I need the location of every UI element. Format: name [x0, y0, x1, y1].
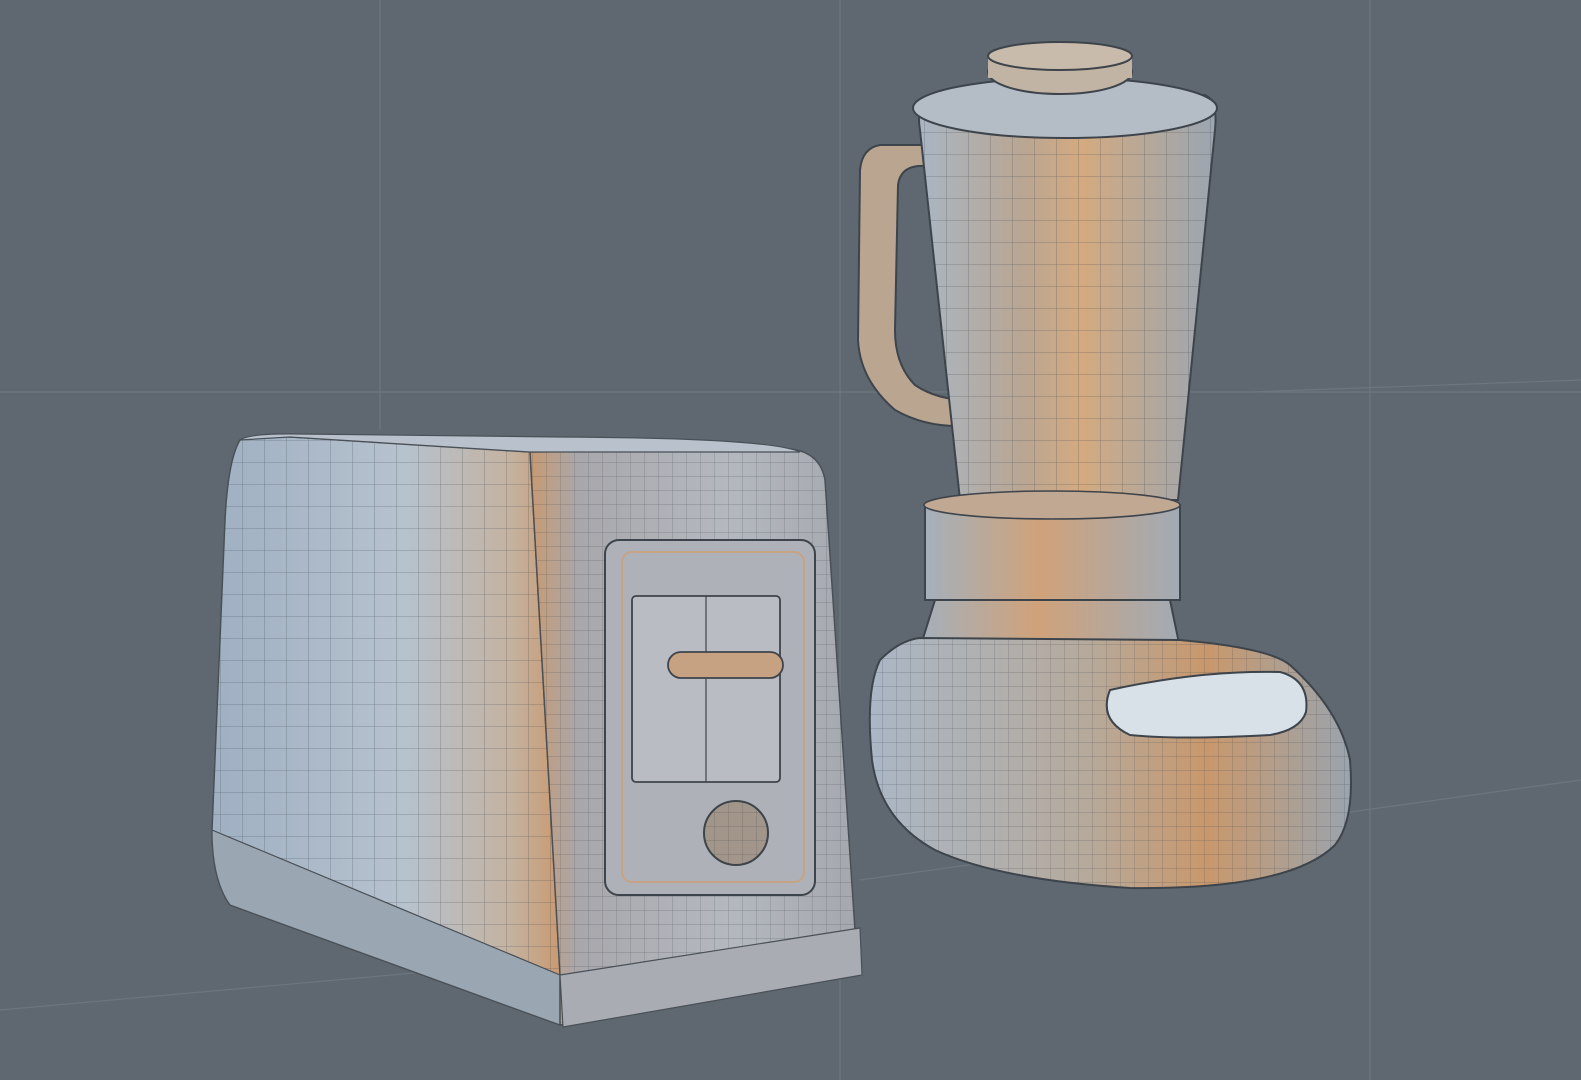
3d-viewport[interactable]: [0, 0, 1581, 1080]
blender-jar-wireframe: [919, 95, 1216, 500]
toaster-model[interactable]: [200, 420, 870, 1040]
viewport-canvas[interactable]: [0, 0, 1581, 1080]
blender-base-wireframe: [869, 638, 1351, 889]
toaster-lever-slot[interactable]: [667, 651, 784, 679]
blender-model[interactable]: [856, 41, 1360, 900]
